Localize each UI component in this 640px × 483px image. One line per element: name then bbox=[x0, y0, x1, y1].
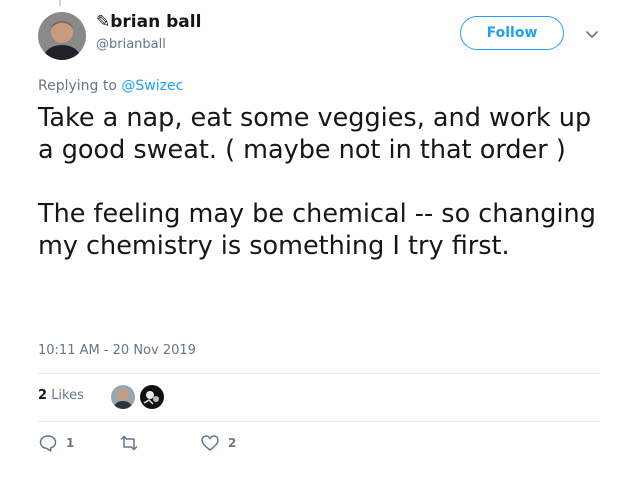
author-display-name[interactable]: ✎brian ball bbox=[96, 12, 201, 32]
author-avatar-image bbox=[38, 12, 86, 60]
tweet-text: Take a nap, eat some veggies, and work u… bbox=[38, 102, 598, 262]
heart-icon bbox=[201, 435, 219, 451]
tweet-menu-button[interactable] bbox=[582, 24, 602, 44]
likes-count: 2 bbox=[38, 388, 48, 403]
chevron-down-icon bbox=[586, 31, 598, 38]
author-avatar[interactable] bbox=[38, 12, 86, 60]
reply-count: 1 bbox=[66, 436, 75, 450]
liker-avatar-image bbox=[111, 385, 135, 409]
reply-context-prefix: Replying to bbox=[38, 78, 117, 94]
reply-mention-link[interactable]: @Swizec bbox=[121, 78, 183, 94]
liker-avatar[interactable] bbox=[111, 385, 135, 409]
liker-avatar-image bbox=[140, 385, 164, 409]
likes-stat[interactable]: 2 Likes bbox=[38, 388, 84, 403]
tweet-timestamp[interactable]: 10:11 AM - 20 Nov 2019 bbox=[38, 343, 196, 358]
liker-avatar[interactable] bbox=[140, 385, 164, 409]
likes-label: Likes bbox=[51, 388, 84, 403]
reply-icon bbox=[39, 435, 57, 452]
author-handle[interactable]: @brianball bbox=[96, 37, 166, 52]
like-button[interactable]: 2 bbox=[200, 433, 236, 453]
follow-button[interactable]: Follow bbox=[460, 16, 564, 50]
retweet-button[interactable] bbox=[119, 433, 147, 453]
thread-connector-line bbox=[59, 0, 61, 6]
like-count: 2 bbox=[228, 436, 237, 450]
divider bbox=[38, 421, 600, 422]
reply-context: Replying to @Swizec bbox=[38, 78, 183, 94]
tweet-paragraph: Take a nap, eat some veggies, and work u… bbox=[38, 103, 592, 165]
tweet-paragraph: The feeling may be chemical -- so changi… bbox=[38, 199, 596, 261]
retweet-icon bbox=[120, 435, 138, 451]
reply-button[interactable]: 1 bbox=[38, 433, 74, 453]
divider bbox=[38, 373, 600, 374]
